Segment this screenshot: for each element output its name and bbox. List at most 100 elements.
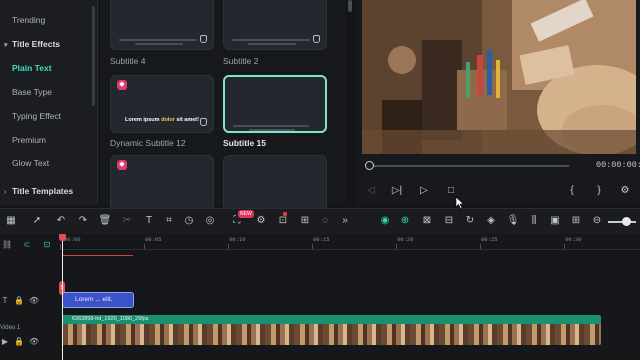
eye-icon[interactable]: 👁: [29, 296, 39, 306]
mouse-cursor-icon: [455, 197, 465, 209]
download-icon[interactable]: [200, 35, 207, 43]
template-title: Subtitle 2: [223, 56, 259, 66]
premium-gem-icon: ◆: [117, 160, 127, 170]
preview-scrub-track[interactable]: [369, 165, 569, 167]
sidebar-item-base-type[interactable]: Base Type: [0, 81, 90, 103]
delete-icon[interactable]: 🗑: [98, 214, 112, 228]
zoom-out-icon[interactable]: ⊖: [590, 214, 604, 228]
ruler-label: 00:00: [64, 236, 81, 243]
zoom-slider-handle[interactable]: [622, 217, 631, 226]
scene-detection-icon[interactable]: ▣: [548, 214, 562, 228]
preview-timecode: 00:00:00:00: [596, 160, 640, 170]
timeline-ruler[interactable]: 00:00 00:05 00:10 00:15 00:20 00:25 00:3…: [60, 234, 640, 250]
split-screen-icon[interactable]: ⊞: [569, 214, 583, 228]
snapshot-icon[interactable]: ⊡: [276, 214, 290, 228]
select-tool-icon[interactable]: ➚: [30, 214, 44, 228]
audio-mixer-icon[interactable]: ⫼: [527, 214, 541, 228]
template-tile-subtitle-4[interactable]: [110, 0, 214, 50]
template-tile-dynamic-subtitle-12[interactable]: ◆ Lorem ipsum dolor sit amet!: [110, 75, 214, 133]
track-manager-icon[interactable]: ⊡: [42, 240, 52, 250]
template-tile-subtitle-15[interactable]: [223, 75, 327, 133]
subtitle-preview-line: [248, 43, 296, 45]
add-media-icon[interactable]: ⊠: [420, 214, 434, 228]
speed-icon[interactable]: ⊞: [298, 214, 312, 228]
sidebar-item-premium[interactable]: Premium: [0, 129, 90, 151]
layout-grid-icon[interactable]: ▦: [4, 214, 18, 228]
redo-icon[interactable]: ↷: [76, 214, 90, 228]
title-clip[interactable]: Lorem ... elit.: [62, 292, 134, 308]
template-tile-subtitle-2[interactable]: [223, 0, 327, 50]
preview-scrub-handle[interactable]: [365, 161, 374, 170]
step-forward-icon[interactable]: ▷|: [390, 184, 404, 198]
chevron-down-icon: ▾: [4, 42, 8, 49]
mask-icon[interactable]: ◎: [203, 214, 217, 228]
subtitle-preview-line: [233, 125, 309, 127]
ruler-tick: [396, 244, 397, 249]
templates-scrollbar[interactable]: [348, 0, 352, 12]
crop-icon[interactable]: ⌗: [162, 214, 176, 228]
preview-settings-icon[interactable]: ⚙: [618, 184, 632, 198]
ruler-label: 00:15: [313, 236, 330, 243]
video-clip[interactable]: 6363898-hd_1920_1080_25fps: [62, 315, 601, 345]
mark-out-icon[interactable]: }: [592, 184, 606, 198]
download-icon[interactable]: [313, 35, 320, 43]
title-templates-grid: Subtitle 4 Subtitle 2 ◆ Lorem ipsum dolo…: [100, 0, 346, 213]
keyframe-icon[interactable]: ◈: [484, 214, 498, 228]
play-icon[interactable]: ▷: [417, 184, 431, 198]
ruler-tick: [228, 244, 229, 249]
previous-frame-icon[interactable]: ◁: [364, 184, 378, 198]
ruler-tick: [144, 244, 145, 249]
sidebar-group-title-templates[interactable]: › Title Templates: [0, 180, 90, 202]
render-range-bar: [63, 255, 133, 256]
ruler-label: 00:10: [229, 236, 246, 243]
auto-reframe-icon[interactable]: ⚙: [254, 214, 268, 228]
playhead-handle[interactable]: [59, 234, 66, 241]
mark-in-icon[interactable]: {: [565, 184, 579, 198]
title-track-icon: T: [2, 296, 8, 305]
template-title: Dynamic Subtitle 12: [110, 138, 186, 148]
chevron-right-icon: ›: [4, 189, 7, 196]
sidebar-item-typing-effect[interactable]: Typing Effect: [0, 105, 90, 127]
ruler-tick: [60, 244, 61, 249]
sidebar-scrollbar[interactable]: [92, 6, 95, 106]
stop-icon[interactable]: □: [444, 184, 458, 198]
playhead[interactable]: [62, 234, 63, 360]
workshop-frame-image: [362, 0, 636, 154]
ruler-label: 00:25: [481, 236, 498, 243]
link-icon[interactable]: ⛓: [2, 240, 12, 250]
subtitle-preview-line: [135, 43, 183, 45]
download-icon[interactable]: [200, 118, 207, 126]
new-badge: NEW: [238, 210, 254, 218]
lock-icon[interactable]: 🔒: [14, 296, 24, 306]
eye-icon[interactable]: 👁: [29, 337, 39, 347]
lorem-preview-text: Lorem ipsum dolor sit amet!: [125, 117, 199, 123]
ruler-tick: [564, 244, 565, 249]
template-tile[interactable]: [223, 155, 327, 213]
template-title: Subtitle 4: [110, 56, 146, 66]
text-icon[interactable]: T: [142, 214, 156, 228]
video-preview: [362, 0, 636, 154]
lock-icon[interactable]: 🔒: [14, 337, 24, 347]
sync-icon[interactable]: ↻: [463, 214, 477, 228]
smart-cut-icon[interactable]: ⊕: [398, 214, 412, 228]
sidebar-group-title-effects[interactable]: ▾ Title Effects: [0, 33, 90, 55]
more-tools-icon[interactable]: »: [338, 214, 352, 228]
subtitle-preview-line: [232, 39, 310, 41]
cut-icon[interactable]: ✂: [120, 214, 134, 228]
undo-icon[interactable]: ↶: [54, 214, 68, 228]
ruler-tick: [312, 244, 313, 249]
microphone-icon[interactable]: 🎙: [506, 214, 520, 228]
ai-copilot-icon[interactable]: ◉: [378, 214, 392, 228]
magnet-snap-icon[interactable]: ⊂: [22, 240, 32, 250]
timer-icon[interactable]: ◷: [182, 214, 196, 228]
sidebar-item-trending[interactable]: Trending: [0, 9, 90, 31]
sidebar-item-glow-text[interactable]: Glow Text: [0, 152, 90, 174]
stickers-icon[interactable]: ⊟: [442, 214, 456, 228]
color-match-icon[interactable]: ◌: [318, 214, 332, 228]
track-label-video: Video 1: [0, 325, 21, 331]
subtitle-preview-line: [119, 39, 197, 41]
ruler-tick: [480, 244, 481, 249]
sidebar-item-plain-text[interactable]: Plain Text: [0, 57, 90, 79]
ruler-label: 00:05: [145, 236, 162, 243]
template-tile[interactable]: ◆: [110, 155, 214, 213]
